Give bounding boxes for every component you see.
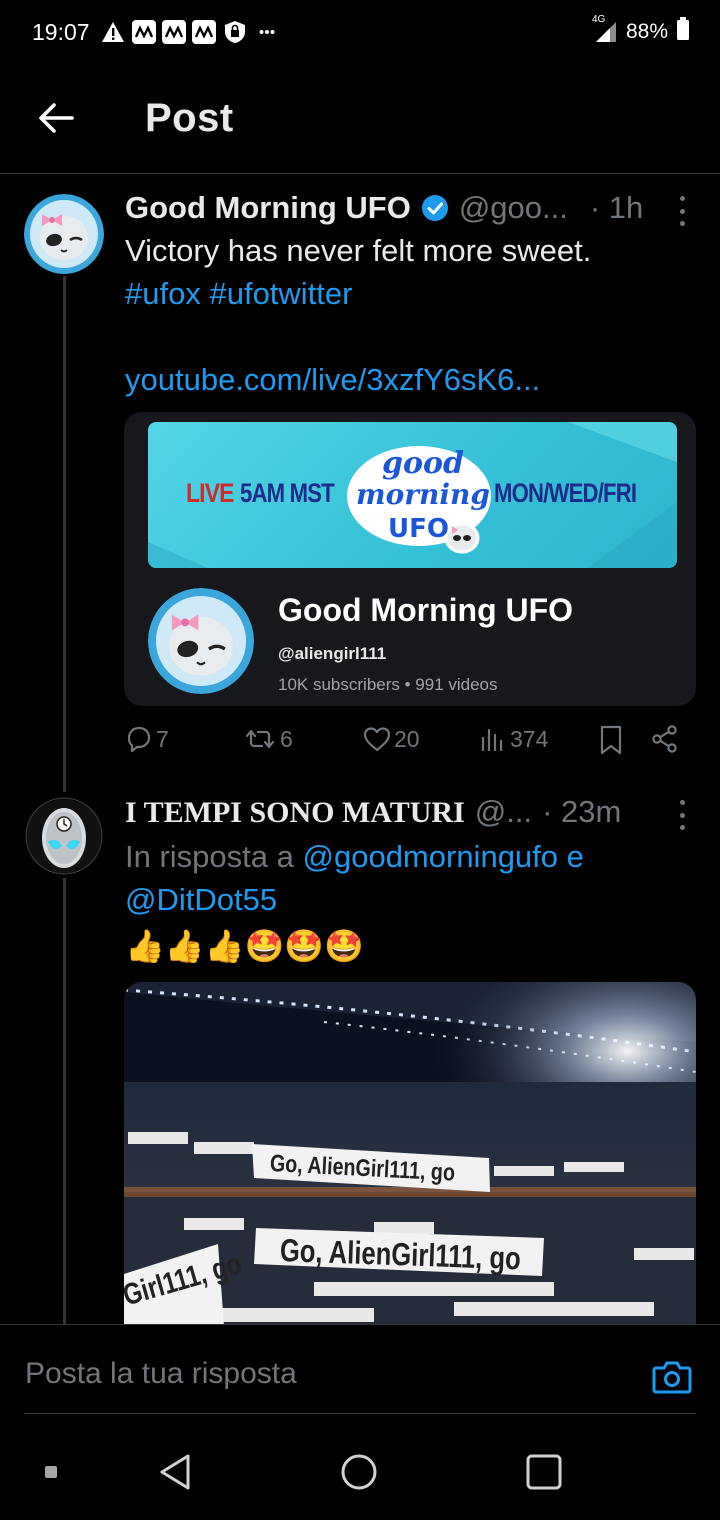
share-icon [652, 725, 677, 753]
post-text: Victory has never felt more sweet. [125, 233, 592, 268]
reply-emoji-text: 👍👍👍🤩🤩🤩 [125, 928, 365, 964]
banner-time-text: 5AM MST [240, 478, 335, 508]
battery-percent: 88% [625, 20, 668, 43]
banner-live-text: LIVE [186, 478, 234, 508]
alert-icon [100, 19, 126, 45]
post-action-bar: 7 6 20 374 [124, 724, 684, 764]
channel-handle: @aliengirl111 [278, 644, 387, 663]
status-bar: 19:07 4G 88% [0, 0, 720, 64]
reply-composer: Posta la tua risposta [0, 1324, 720, 1420]
card-banner-image: LIVE 5AM MST good morning UFO MON/WED/FR… [148, 422, 677, 568]
post-author-name[interactable]: Good Morning UFO [125, 190, 411, 226]
views-count: 374 [510, 725, 549, 752]
hashtag-link[interactable]: #ufotwitter [209, 276, 352, 311]
reply-body: In risposta a @goodmorningufo e @DitDot5… [125, 835, 695, 971]
reply-header: I TEMPI SONO MATURI @... · 23m [125, 794, 621, 830]
banner-logo-line2: morning [356, 478, 490, 511]
post-body: Victory has never felt more sweet. #ufox… [125, 229, 695, 401]
post-header: Good Morning UFO @goo... · 1h [125, 190, 643, 226]
notification-icon [161, 20, 186, 44]
reply-author-avatar[interactable] [24, 796, 104, 876]
reply-author-handle[interactable]: @... [475, 794, 532, 830]
bookmark-button[interactable] [596, 724, 626, 756]
composer-divider [24, 1413, 696, 1414]
reply-count: 7 [156, 725, 169, 752]
views-button[interactable]: 374 [478, 724, 548, 754]
camera-icon [652, 1361, 692, 1394]
repost-count: 6 [280, 725, 293, 752]
triangle-back-icon [160, 1454, 190, 1490]
battery-icon [676, 17, 690, 47]
signal-icon: 4G [592, 14, 618, 44]
banner-days-text: MON/WED/FRI [494, 478, 637, 508]
mention-link[interactable]: @goodmorningufo [303, 839, 559, 874]
channel-avatar [148, 588, 254, 694]
camera-button[interactable] [652, 1359, 692, 1395]
lock-shield-icon [222, 19, 248, 45]
reply-image[interactable]: Go, AlienGirl111, go Go, AlienGirl111, g… [124, 982, 696, 1326]
notification-icon [131, 20, 156, 44]
repost-button[interactable]: 6 [242, 724, 293, 754]
post-more-button[interactable] [676, 196, 688, 226]
post-url-link[interactable]: youtube.com/live/3xzfY6sK6... [125, 358, 695, 401]
banner-logo-line1: good [382, 446, 464, 481]
banner-logo: good morning UFO [344, 440, 494, 558]
heart-icon [363, 727, 391, 752]
notification-icon [191, 20, 216, 44]
mention-link[interactable]: @DitDot55 [125, 878, 695, 921]
reply-button[interactable]: 7 [124, 724, 169, 754]
channel-name: Good Morning UFO [278, 592, 574, 628]
arrow-left-icon [39, 103, 74, 133]
more-dots-icon [254, 19, 280, 45]
verified-badge-icon [421, 194, 449, 222]
banner-logo-line3: UFO [388, 514, 449, 544]
status-right: 4G 88% [592, 14, 690, 47]
bookmark-icon [600, 725, 622, 755]
page-title: Post [145, 96, 234, 140]
status-time: 19:07 [32, 18, 90, 45]
thread-connector [63, 276, 66, 792]
square-recents-icon [526, 1454, 562, 1490]
share-button[interactable] [650, 724, 680, 754]
nav-dot-icon [45, 1466, 57, 1478]
post-author-avatar[interactable] [24, 194, 104, 274]
post-timestamp[interactable]: · 1h [590, 190, 643, 226]
nav-recents-button[interactable] [526, 1454, 562, 1495]
reply-more-button[interactable] [676, 800, 688, 830]
network-label: 4G [591, 14, 606, 25]
channel-stats: 10K subscribers • 991 videos [278, 675, 498, 694]
reply-icon [127, 726, 151, 753]
back-button[interactable] [36, 98, 76, 138]
nav-back-button[interactable] [158, 1453, 192, 1496]
reply-to-joiner: e [566, 839, 584, 874]
reply-to-prefix: In risposta a [125, 839, 294, 874]
like-button[interactable]: 20 [362, 724, 420, 754]
circle-home-icon [341, 1454, 377, 1490]
reply-timestamp[interactable]: · 23m [542, 794, 621, 830]
hashtag-link[interactable]: #ufox [125, 276, 201, 311]
like-count: 20 [394, 725, 420, 752]
status-notification-icons [100, 19, 280, 45]
reply-input[interactable]: Posta la tua risposta [25, 1357, 297, 1391]
page-header: Post [0, 64, 720, 174]
youtube-link-card[interactable]: LIVE 5AM MST good morning UFO MON/WED/FR… [124, 412, 696, 706]
post-author-handle[interactable]: @goo... [459, 190, 568, 226]
bar-chart-icon [481, 728, 503, 752]
nav-home-button[interactable] [340, 1453, 378, 1496]
repost-icon [245, 729, 275, 749]
reply-author-name[interactable]: I TEMPI SONO MATURI [125, 796, 465, 830]
system-nav-bar [0, 1420, 720, 1520]
thread-connector [63, 878, 66, 1324]
